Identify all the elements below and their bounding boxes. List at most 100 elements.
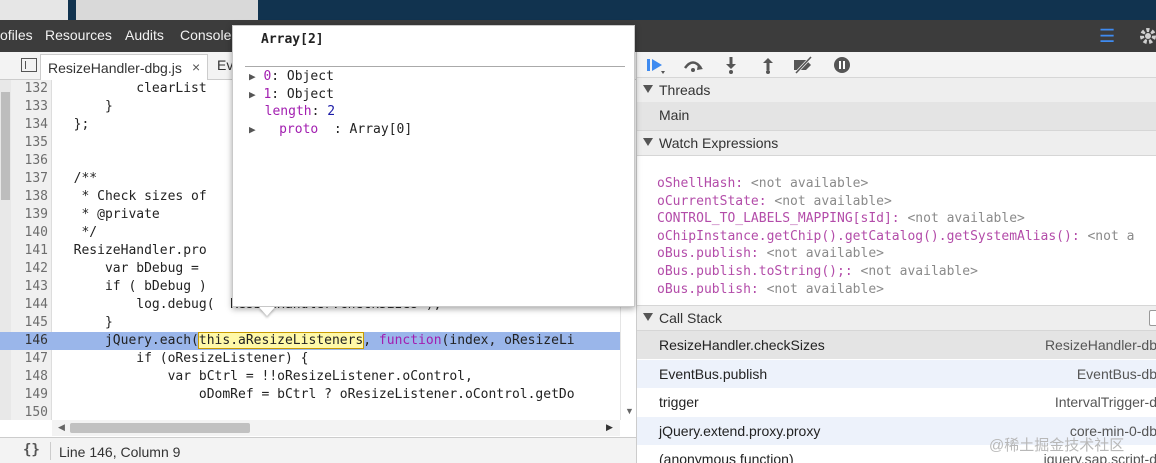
callstack-section-header[interactable]: Call Stack	[637, 305, 1156, 331]
scroll-down-icon[interactable]: ▼	[625, 406, 634, 416]
navigator-toggle-icon[interactable]	[21, 58, 37, 72]
tab-console[interactable]: Console	[180, 20, 231, 52]
line-number[interactable]: 142	[12, 260, 48, 278]
watch-expression[interactable]: oShellHash: <not available>	[657, 175, 868, 192]
call-frame[interactable]: EventBus.publish EventBus-db	[637, 359, 1156, 388]
watch-expr: CONTROL_TO_LABELS_MAPPING[sId]:	[657, 211, 900, 227]
watch-expression[interactable]: oBus.publish: <not available>	[657, 281, 884, 298]
expand-caret-icon	[643, 313, 653, 321]
call-frame[interactable]: trigger IntervalTrigger-d	[637, 388, 1156, 416]
call-frame[interactable]: ResizeHandler.checkSizes ResizeHandler-db	[637, 331, 1156, 359]
hovered-expression[interactable]: this.aResizeListeners	[197, 332, 365, 349]
watch-value: <not available>	[758, 246, 884, 262]
line-number[interactable]: 145	[12, 314, 48, 332]
resume-icon[interactable]	[645, 55, 667, 75]
gear-icon[interactable]	[1136, 24, 1156, 48]
status-divider	[50, 442, 51, 460]
line-number[interactable]: 134	[12, 116, 48, 134]
threads-section-header[interactable]: Threads	[637, 77, 1156, 103]
line-number[interactable]: 138	[12, 188, 48, 206]
watermark: @稀土掘金技术社区	[989, 437, 1125, 454]
property-row[interactable]: ▶ 1: Object	[249, 86, 334, 104]
frame-location[interactable]: IntervalTrigger-d	[1055, 394, 1156, 410]
step-into-icon[interactable]	[720, 55, 742, 75]
code-line[interactable]: 150	[0, 404, 620, 420]
code-line[interactable]: 145 }	[0, 314, 620, 332]
frame-function: ResizeHandler.checkSizes	[659, 337, 825, 353]
line-number[interactable]: 140	[12, 224, 48, 242]
watch-expression[interactable]: CONTROL_TO_LABELS_MAPPING[sId]: <not ava…	[657, 210, 1025, 227]
section-scroll-thumb[interactable]	[1149, 310, 1156, 326]
expand-triangle-icon[interactable]: ▶	[249, 123, 256, 136]
expand-triangle-icon[interactable]: ▶	[249, 88, 256, 101]
window-tab-left[interactable]	[0, 0, 68, 20]
close-icon[interactable]: ×	[192, 59, 200, 75]
code-line[interactable]: 148 var bCtrl = !!oResizeListener.oContr…	[0, 368, 620, 386]
line-number[interactable]: 136	[12, 152, 48, 170]
frame-location[interactable]: EventBus-db	[1077, 366, 1156, 382]
deactivate-breakpoints-icon[interactable]	[792, 55, 814, 75]
line-number[interactable]: 147	[12, 350, 48, 368]
code-line[interactable]: 147 if (oResizeListener) {	[0, 350, 620, 368]
line-number[interactable]: 148	[12, 368, 48, 386]
watch-value: <not a	[1079, 228, 1135, 244]
code-line[interactable]: 149 oDomRef = bCtrl ? oResizeListener.oC…	[0, 386, 620, 404]
line-number[interactable]: 132	[12, 80, 48, 98]
scroll-left-icon[interactable]: ◀	[58, 422, 65, 433]
line-code: };	[58, 117, 90, 132]
line-number[interactable]: 139	[12, 206, 48, 224]
file-tab-resizehandler[interactable]: ResizeHandler-dbg.js ×	[40, 54, 208, 80]
expand-triangle-icon[interactable]: ▶	[249, 70, 256, 83]
property-row[interactable]: ▶ proto : Array[0]	[249, 121, 412, 139]
property-number: 2	[327, 104, 336, 119]
pause-on-exceptions-icon[interactable]	[831, 55, 853, 75]
tab-resources[interactable]: Resources	[45, 20, 112, 52]
line-code: var bCtrl = !!oResizeListener.oControl,	[58, 369, 473, 384]
watch-expression[interactable]: oChipInstance.getChip().getCatalog().get…	[657, 228, 1134, 245]
line-number[interactable]: 137	[12, 170, 48, 188]
watch-value: <not available>	[766, 193, 892, 209]
watch-value: <not available>	[852, 264, 978, 279]
line-number[interactable]: 150	[12, 404, 48, 420]
frame-location[interactable]: ResizeHandler-db	[1045, 337, 1156, 353]
line-code: }	[58, 315, 113, 330]
tab-profiles[interactable]: ofiles	[0, 20, 33, 52]
line-number[interactable]: 133	[12, 98, 48, 116]
line-number[interactable]: 144	[12, 296, 48, 314]
horizontal-scroll-thumb[interactable]	[70, 423, 250, 433]
watch-section-header[interactable]: Watch Expressions	[637, 130, 1156, 156]
editor-horizontal-scrollbar[interactable]: ◀ ▶	[52, 420, 620, 436]
frame-function: jQuery.extend.proxy.proxy	[659, 422, 821, 439]
code-line-current[interactable]: 146 jQuery.each(this.aResizeListeners, f…	[0, 332, 620, 350]
watch-expr: oBus.publish.toString();:	[657, 264, 853, 279]
watch-expression[interactable]: oBus.publish: <not available>	[657, 245, 884, 262]
line-number[interactable]: 143	[12, 278, 48, 296]
code-token: ,	[363, 333, 379, 348]
window-tab-active[interactable]	[76, 0, 258, 20]
code-token: (index, oResizeLi	[441, 333, 575, 348]
tab-audits[interactable]: Audits	[125, 20, 164, 52]
line-number[interactable]: 135	[12, 134, 48, 152]
step-out-icon[interactable]	[757, 55, 779, 75]
pretty-print-button[interactable]: {}	[23, 442, 40, 458]
callstack-title: Call Stack	[659, 310, 723, 326]
step-over-icon[interactable]	[682, 55, 704, 75]
property-row[interactable]: ▶ 0: Object	[249, 68, 334, 86]
thread-item-main[interactable]: Main	[637, 102, 1156, 130]
frame-function: trigger	[659, 394, 699, 411]
line-number[interactable]: 141	[12, 242, 48, 260]
scroll-right-icon[interactable]: ▶	[606, 422, 613, 433]
watch-expr: oShellHash:	[657, 176, 744, 191]
file-tab-eventbus[interactable]: Ev	[217, 57, 233, 73]
frame-function: EventBus.publish	[659, 365, 768, 382]
watch-expression[interactable]: oCurrentState: <not available>	[657, 193, 892, 210]
line-code: */	[58, 225, 98, 240]
watch-expression[interactable]: oBus.publish.toString();: <not available…	[657, 263, 978, 280]
property-key: length	[264, 104, 312, 119]
line-number[interactable]: 149	[12, 386, 48, 404]
property-row[interactable]: length: 2	[249, 103, 335, 121]
line-code: var bDebug =	[58, 261, 207, 276]
expand-caret-icon	[643, 138, 653, 146]
drawer-toggle-icon[interactable]: ☰	[1099, 26, 1119, 46]
line-number[interactable]: 146	[12, 332, 48, 350]
